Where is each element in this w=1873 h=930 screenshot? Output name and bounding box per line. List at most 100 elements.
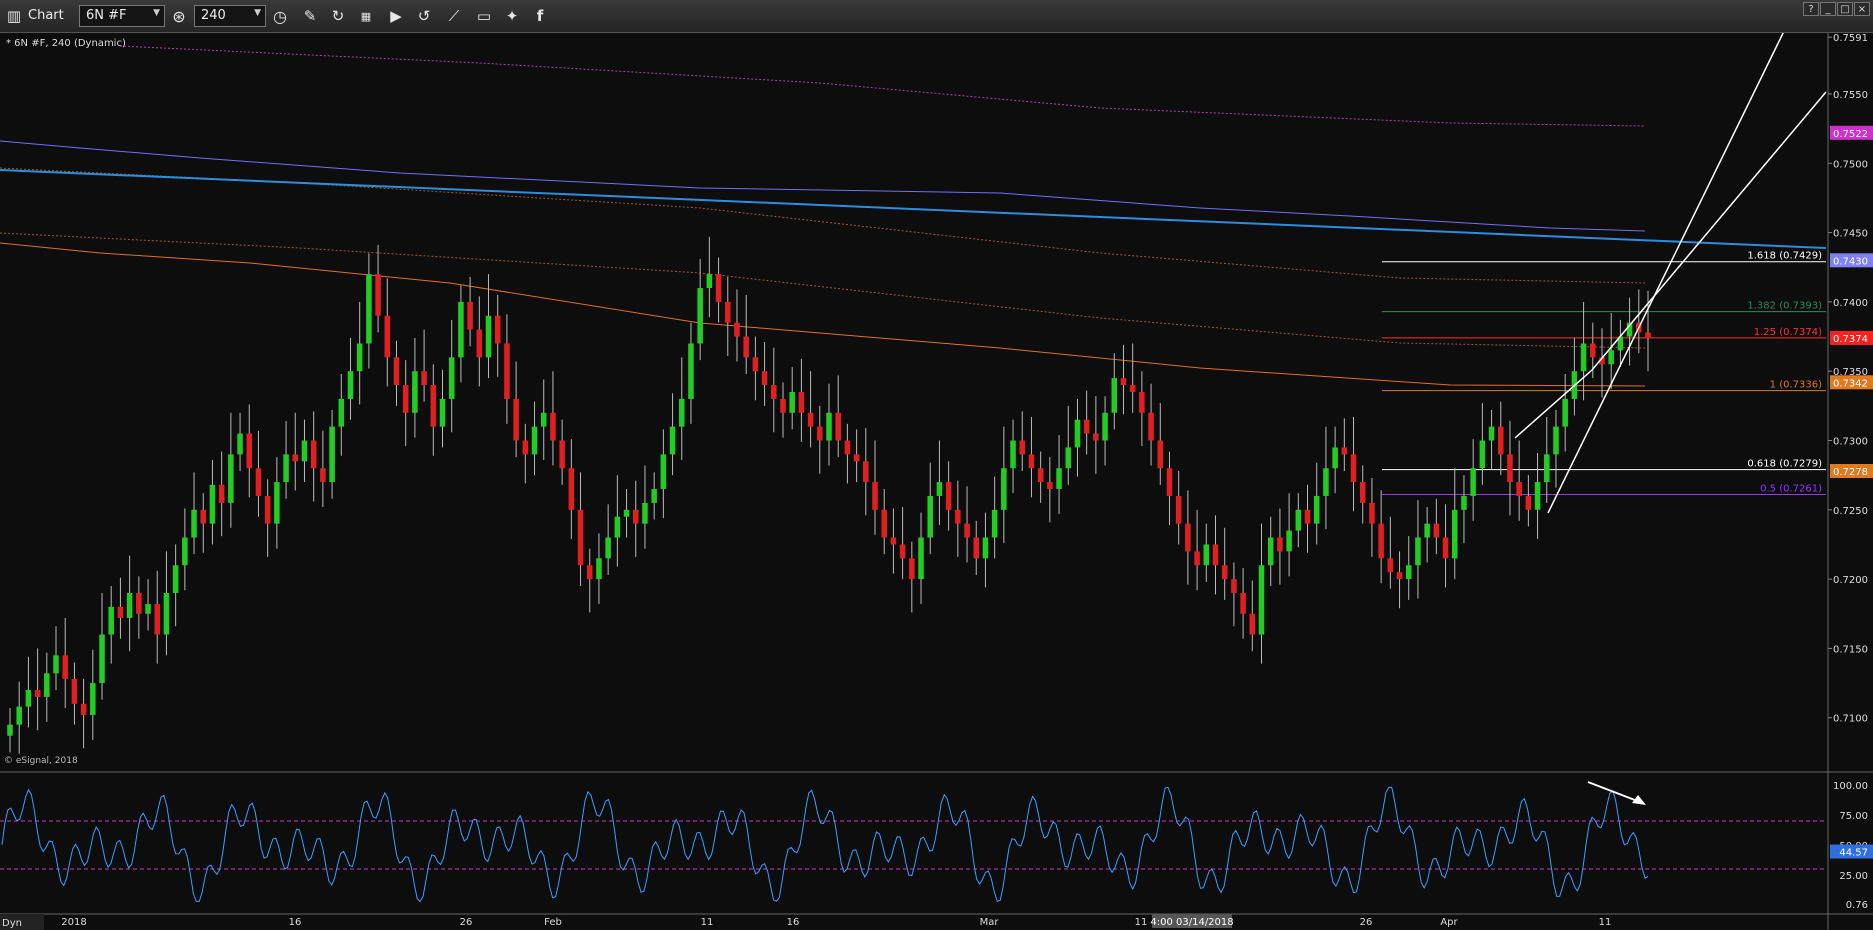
candle-body [154,604,160,635]
candle-body [1590,343,1596,358]
candle-body [430,385,437,427]
candle-body [504,343,510,399]
candle-body [99,634,105,684]
status-label: Dyn [2,918,22,929]
time-tick-label: Feb [544,917,562,928]
candle-body [1258,565,1265,635]
candle-body [1148,412,1154,441]
candle-body [7,724,13,736]
candle-body [1102,412,1108,441]
candle-body [1249,613,1256,635]
candle-body [182,537,188,566]
crosshair-time-label: 4:00 03/14/2018 [1150,917,1233,928]
candle-body [568,468,575,510]
symbol-input[interactable]: 6N #F ▼ [79,5,165,27]
copyright-label: © eSignal, 2018 [4,756,78,766]
interval-input[interactable]: 240 ▼ [194,5,266,27]
symbol-lookup-icon[interactable]: ⊛ [167,4,191,28]
replay-icon[interactable]: ↺ [412,4,436,28]
candle-body [34,689,41,697]
price-badge-label: 0.7430 [1833,256,1868,267]
candle-body [320,468,326,483]
minimize-button[interactable]: _ [1820,2,1836,16]
ruler-icon[interactable]: ⟋ [442,4,466,28]
candle-body [1424,523,1430,538]
candle-body [16,706,22,725]
time-tick-label: 16 [289,917,302,928]
candle-body [1534,482,1541,510]
refresh-icon[interactable]: ↻ [326,4,350,28]
candle-body [90,683,96,715]
candle-body [310,440,317,469]
close-button[interactable]: × [1854,2,1870,16]
symbol-value: 6N #F [86,8,127,23]
candle-body [1056,468,1062,490]
candle-body [1295,509,1302,531]
candle-body [945,482,952,510]
candle-body [743,336,749,358]
candle-body [586,565,593,580]
candle-body [1139,391,1145,413]
candle-body [1240,592,1246,614]
candle-body [329,426,335,483]
candle-body [1175,495,1182,524]
candle-body [918,537,924,580]
candle-body [789,391,795,413]
candle-body [835,412,841,441]
fib-level-label: 1.618 (0.7429) [1747,251,1822,262]
facebook-icon[interactable]: f [528,4,552,28]
candle-body [494,315,501,344]
interval-clock-icon[interactable]: ◷ [268,4,292,28]
chart-label: * 6N #F, 240 (Dynamic) [6,38,126,49]
candle-body [780,398,786,413]
candle-body [62,655,68,679]
candle-body [1544,454,1550,483]
settings-icon[interactable]: ▦ [354,4,378,28]
candle-body [71,678,78,704]
candle-body [1157,440,1164,469]
chevron-down-icon[interactable]: ▼ [153,8,160,18]
candle-body [439,398,446,427]
candle-body [651,489,657,503]
candle-body [1359,482,1366,503]
candle-body [1332,447,1338,469]
candle-body [752,357,759,372]
candle-body [301,440,308,462]
oscillator-badge-label: 44.57 [1839,848,1868,859]
candle-body [798,391,805,413]
time-tick-label: 2018 [61,917,86,928]
chart-area[interactable]: * 6N #F, 240 (Dynamic) © eSignal, 2018 1.6… [0,33,1873,930]
candle-body [1074,419,1081,448]
play-icon[interactable]: ▶ [384,4,408,28]
candle-body [1553,426,1559,455]
twitter-icon[interactable]: ✦ [500,4,524,28]
candle-body [890,537,897,545]
candle-body [725,301,731,323]
candle-body [1498,426,1504,455]
candle-body [1231,579,1237,593]
time-tick-label: 11 [701,917,714,928]
candle-body [1212,544,1219,566]
help-button[interactable]: ? [1803,2,1819,16]
draw-pen-icon[interactable]: ✎ [298,4,322,28]
comment-icon[interactable]: ▭ [472,4,496,28]
price-tick-label: 0.7100 [1833,714,1868,725]
candle-body [540,412,547,427]
candle-body [1405,565,1412,580]
candle-body [25,689,32,707]
candle-body [991,509,998,538]
price-badge-label: 0.7342 [1833,378,1868,389]
candle-body [955,509,961,524]
candle-body [1516,482,1522,496]
maximize-button[interactable]: □ [1837,2,1853,16]
candle-body [1323,468,1329,496]
candle-body [274,482,280,524]
candle-body [1093,433,1099,441]
candle-body [255,468,262,496]
candle-body [1369,502,1375,524]
time-tick-label: 11 [1599,917,1612,928]
candle-body [1111,378,1118,413]
price-badge-label: 0.7522 [1833,129,1868,140]
chevron-down-icon[interactable]: ▼ [254,8,261,18]
candle-body [817,426,823,441]
